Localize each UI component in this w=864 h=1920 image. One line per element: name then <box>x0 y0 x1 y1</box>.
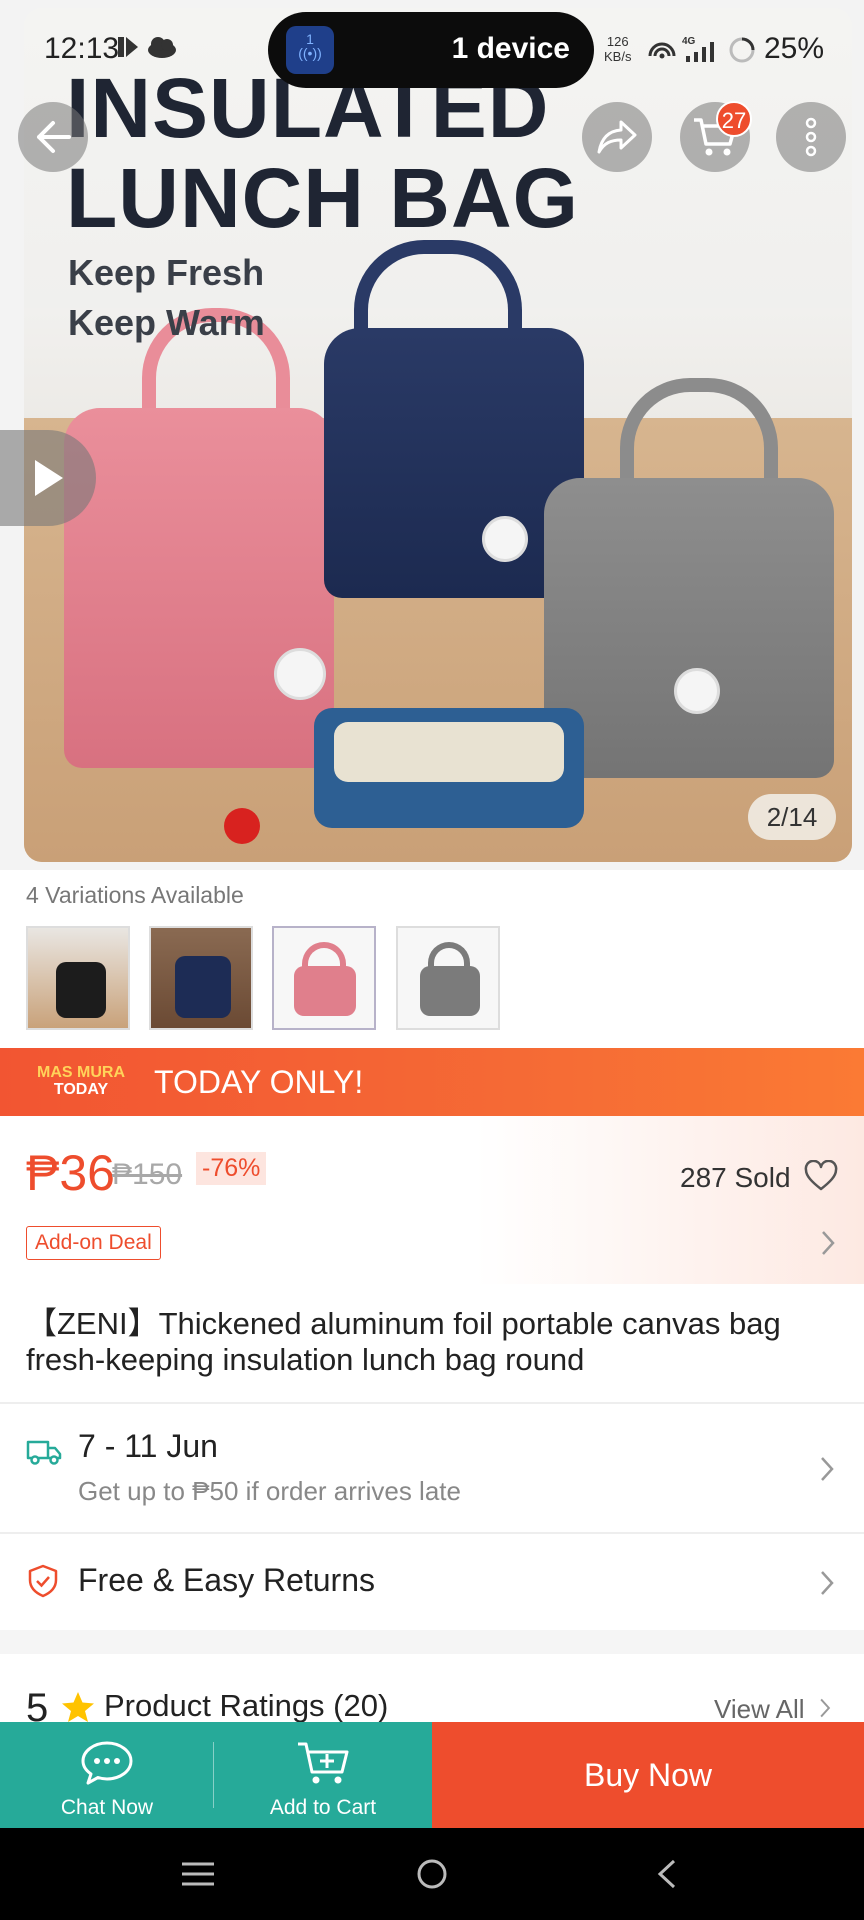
chevron-right-icon <box>820 1698 831 1718</box>
menu-icon[interactable] <box>180 1858 216 1890</box>
broadcast-icon: 1 ((•)) <box>286 26 334 74</box>
back-button[interactable] <box>18 102 88 172</box>
dynamic-island[interactable]: 1 ((•)) 1 device <box>268 12 594 88</box>
promo-text: TODAY ONLY! <box>154 1064 364 1100</box>
promo-banner[interactable]: MAS MURA TODAY TODAY ONLY! <box>0 1048 864 1116</box>
star-icon <box>62 1692 94 1722</box>
chevron-right-icon <box>822 1231 835 1255</box>
media-status-icons <box>118 37 176 58</box>
signal-icons: 4G <box>648 36 714 62</box>
heart-icon[interactable] <box>804 1160 838 1192</box>
delivery-dates: 7 - 11 Jun <box>78 1428 218 1464</box>
price-section[interactable]: ₱36 ₱150 -76% 287 Sold Add-on Deal <box>0 1116 864 1284</box>
buy-now-button[interactable]: Buy Now <box>432 1722 864 1828</box>
bottom-action-bar: Chat Now Add to Cart Buy Now <box>0 1722 864 1828</box>
status-time: 12:13 <box>44 32 120 65</box>
discount-badge: -76% <box>196 1152 267 1185</box>
chat-bubble-icon <box>81 1741 133 1785</box>
sold-count: 287 Sold <box>680 1162 791 1193</box>
product-title: 【ZENI】Thickened aluminum foil portable c… <box>26 1306 781 1377</box>
network-speed-value: 126 <box>606 34 629 49</box>
more-options-button[interactable] <box>776 102 846 172</box>
chat-now-label: Chat Now <box>60 1796 154 1819</box>
image-counter: 2/14 <box>748 794 836 840</box>
view-all-link[interactable]: View All <box>714 1694 805 1725</box>
network-speed-unit: KB/s <box>604 49 632 64</box>
more-vertical-icon <box>805 117 817 157</box>
shield-check-icon <box>28 1564 58 1598</box>
hero-subtitle-line2: Keep Warm <box>68 302 265 343</box>
island-icon-badge: 1 <box>306 31 314 47</box>
system-nav-bar <box>0 1828 864 1920</box>
hero-subtitle-line1: Keep Fresh <box>68 252 265 293</box>
cart-count-badge: 27 <box>716 101 752 137</box>
shipping-row[interactable]: 7 - 11 Jun Get up to ₱50 if order arrive… <box>0 1404 864 1532</box>
variation-thumb-navy[interactable] <box>149 926 253 1030</box>
chat-now-button[interactable]: Chat Now <box>0 1722 214 1828</box>
current-price: ₱36 <box>26 1145 115 1201</box>
share-icon <box>597 120 637 154</box>
original-price: ₱150 <box>112 1158 183 1191</box>
back-triangle-icon[interactable] <box>650 1858 686 1890</box>
island-label: 1 device <box>451 32 570 65</box>
cart-plus-icon <box>298 1742 349 1784</box>
add-on-deal-tag[interactable]: Add-on Deal <box>26 1226 161 1260</box>
status-bar: 12:13 1 ((•)) 1 device 126 KB/s 4G 25% <box>0 0 864 100</box>
chevron-right-icon <box>821 1571 834 1595</box>
variation-thumb-pink[interactable] <box>272 926 376 1030</box>
network-type: 4G <box>682 36 696 47</box>
play-icon <box>35 460 63 496</box>
share-button[interactable] <box>582 102 652 172</box>
add-to-cart-label: Add to Cart <box>269 1796 377 1819</box>
variation-thumb-black[interactable] <box>26 926 130 1030</box>
returns-row[interactable]: Free & Easy Returns <box>0 1534 864 1630</box>
network-speed: 126 KB/s <box>604 34 631 64</box>
home-circle-icon[interactable] <box>414 1858 450 1890</box>
hero-title-line2: LUNCH BAG <box>66 151 579 245</box>
ratings-label: Product Ratings (20) <box>104 1688 389 1723</box>
play-video-button[interactable] <box>0 430 96 526</box>
promo-logo-line1: MAS MURA <box>37 1064 125 1081</box>
battery-ring-icon <box>729 37 755 63</box>
variations-label: 4 Variations Available <box>26 882 244 908</box>
late-delivery-note: Get up to ₱50 if order arrives late <box>78 1476 461 1506</box>
battery-percent: 25% <box>764 32 825 65</box>
promo-logo-line2: TODAY <box>53 1081 109 1098</box>
variation-thumb-gray[interactable] <box>396 926 500 1030</box>
truck-icon <box>26 1440 62 1465</box>
section-gap <box>0 1630 864 1654</box>
chevron-right-icon <box>821 1457 834 1481</box>
arrow-left-icon <box>37 121 71 153</box>
mas-mura-logo: MAS MURA TODAY <box>28 1064 134 1100</box>
add-to-cart-button[interactable]: Add to Cart <box>214 1722 432 1828</box>
returns-label: Free & Easy Returns <box>78 1562 375 1598</box>
